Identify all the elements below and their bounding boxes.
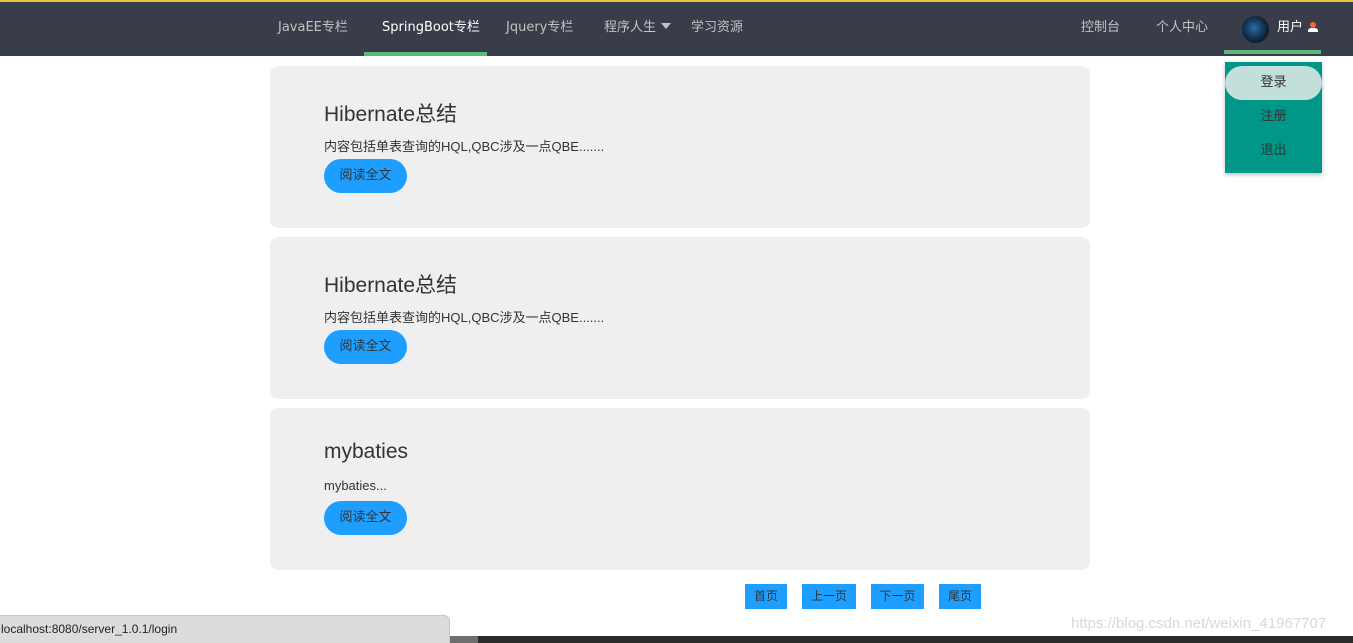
article-card: Hibernate总结 内容包括单表查询的HQL,QBC涉及一点QBE.....…	[270, 66, 1090, 228]
horizontal-scrollbar[interactable]	[450, 636, 1353, 643]
nav-item-javaee[interactable]: JavaEE专栏	[278, 2, 348, 56]
watermark: https://blog.csdn.net/weixin_41967707	[1071, 615, 1327, 632]
browser-status-bar: localhost:8080/server_1.0.1/login	[0, 615, 450, 643]
article-description: 内容包括单表查询的HQL,QBC涉及一点QBE.......	[324, 139, 605, 154]
scrollbar-thumb[interactable]	[450, 636, 478, 643]
read-more-button[interactable]: 阅读全文	[324, 330, 407, 364]
article-card: Hibernate总结 内容包括单表查询的HQL,QBC涉及一点QBE.....…	[270, 237, 1090, 399]
next-page-button[interactable]: 下一页	[871, 584, 924, 609]
article-description: mybaties...	[324, 478, 387, 493]
first-page-button[interactable]: 首页	[745, 584, 787, 609]
nav-item-life[interactable]: 程序人生	[604, 2, 672, 56]
article-description: 内容包括单表查询的HQL,QBC涉及一点QBE.......	[324, 310, 605, 325]
nav-item-resources[interactable]: 学习资源	[691, 2, 743, 56]
read-more-button[interactable]: 阅读全文	[324, 159, 407, 193]
top-navbar: JavaEE专栏 SpringBoot专栏 Jquery专栏 程序人生 学习资源…	[0, 2, 1353, 56]
dropdown-item-register[interactable]: 注册	[1225, 100, 1322, 134]
user-icon	[1308, 22, 1318, 32]
article-title: Hibernate总结	[324, 274, 458, 297]
user-dropdown-menu: 登录 注册 退出	[1225, 62, 1322, 173]
article-title: Hibernate总结	[324, 103, 458, 126]
nav-item-life-label: 程序人生	[604, 20, 657, 35]
chevron-down-icon	[661, 23, 672, 29]
active-nav-underline	[364, 52, 487, 56]
prev-page-button[interactable]: 上一页	[802, 584, 856, 609]
dropdown-item-logout[interactable]: 退出	[1225, 134, 1322, 168]
avatar[interactable]	[1242, 16, 1269, 43]
nav-item-console[interactable]: 控制台	[1081, 2, 1120, 56]
read-more-button[interactable]: 阅读全文	[324, 501, 407, 535]
user-menu-label[interactable]: 用户	[1277, 2, 1303, 54]
dropdown-item-login[interactable]: 登录	[1225, 66, 1322, 100]
nav-item-springboot[interactable]: SpringBoot专栏	[382, 2, 480, 56]
article-title: mybaties	[324, 440, 409, 463]
nav-item-jquery[interactable]: Jquery专栏	[506, 2, 573, 56]
user-menu-underline	[1224, 50, 1321, 54]
article-card: mybaties mybaties... 阅读全文	[270, 408, 1090, 570]
last-page-button[interactable]: 尾页	[939, 584, 981, 609]
nav-item-personal-center[interactable]: 个人中心	[1156, 2, 1208, 56]
